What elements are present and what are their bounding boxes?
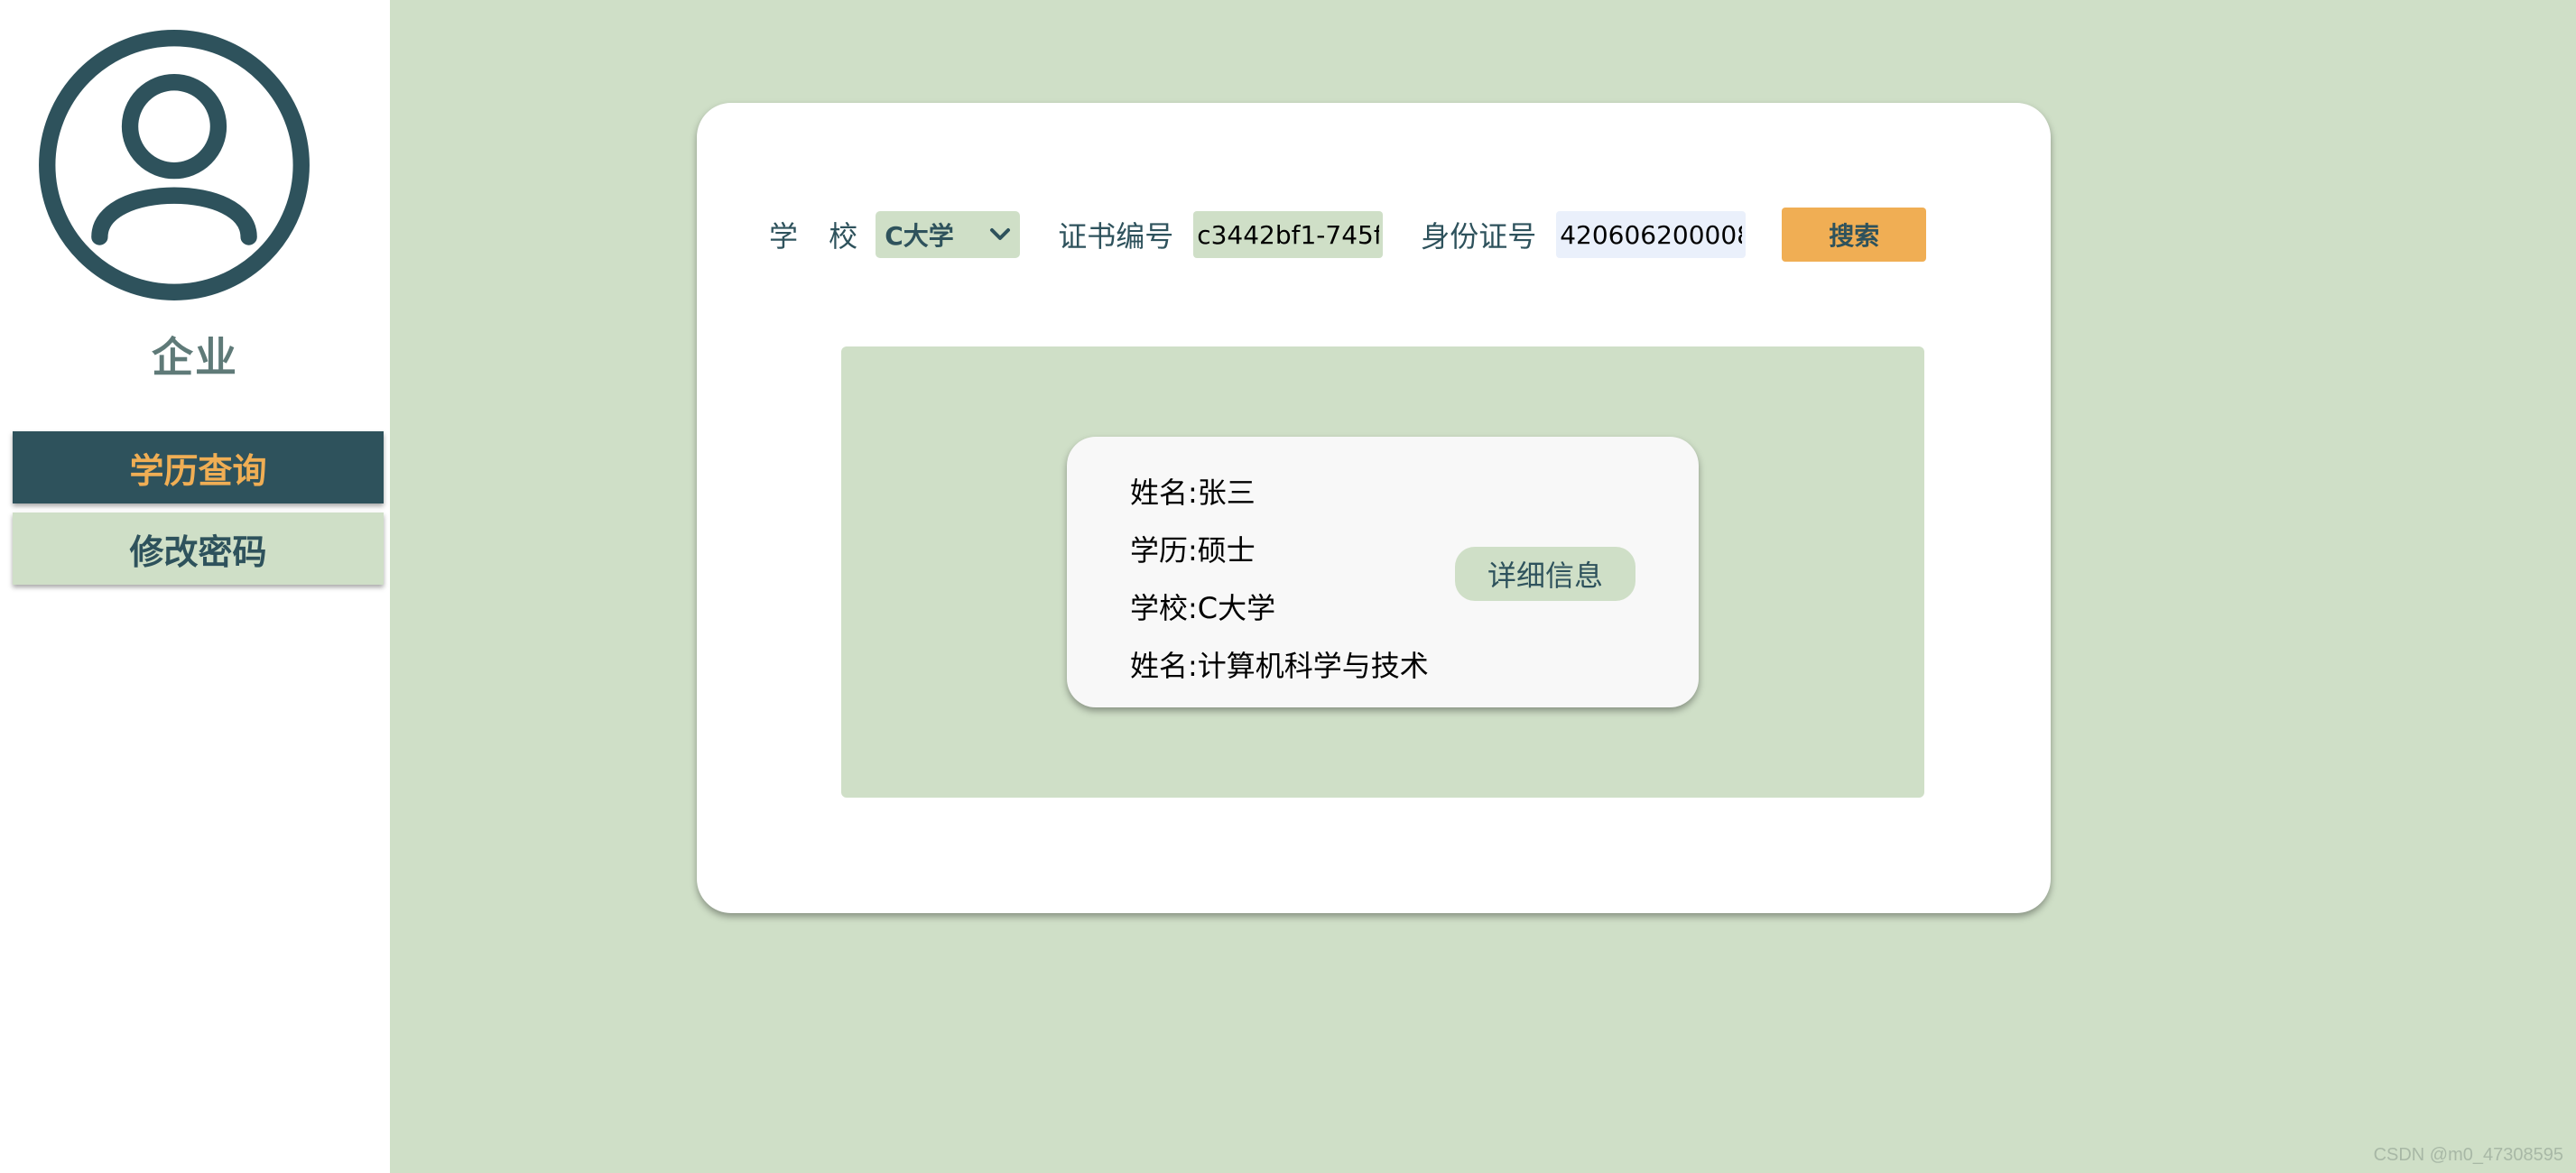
school-select[interactable]: C大学 [876,211,1021,258]
result-line-name: 姓名:张三 [1130,464,1429,522]
result-line-label: 学校: [1130,591,1198,625]
result-line-label: 姓名: [1130,649,1198,683]
result-lines: 姓名:张三 学历:硕士 学校:C大学 姓名:计算机科学与技术 [1130,464,1429,695]
nav-item-change-password[interactable]: 修改密码 [13,513,384,585]
result-line-label: 姓名: [1130,476,1198,510]
nav-item-label: 修改密码 [129,531,267,572]
watermark: CSDN @m0_47308595 [2373,1145,2563,1165]
school-label: 学 校 [769,219,869,254]
result-line-school: 学校:C大学 [1130,579,1429,637]
result-line-value: 张三 [1197,476,1256,510]
results-area: 姓名:张三 学历:硕士 学校:C大学 姓名:计算机科学与技术 详细信息 [841,346,1924,798]
main-panel: 学 校 C大学 证书编号 身份证号 搜索 姓名:张三 学历:硕士 学校:C大学 … [697,103,2051,913]
result-line-label: 学历: [1130,533,1198,568]
result-line-value: C大学 [1197,591,1276,625]
result-card: 姓名:张三 学历:硕士 学校:C大学 姓名:计算机科学与技术 详细信息 [1067,437,1699,707]
id-number-input[interactable] [1556,211,1747,258]
nav-item-education-query[interactable]: 学历查询 [13,431,384,503]
school-select-value: C大学 [885,221,954,251]
sidebar: 企业 学历查询 修改密码 [0,0,390,1173]
result-line-degree: 学历:硕士 [1130,522,1429,579]
cert-number-input[interactable] [1193,211,1384,258]
chevron-down-icon [989,227,1011,242]
search-button[interactable]: 搜索 [1782,208,1927,262]
user-circle-icon [36,27,312,303]
search-bar: 学 校 C大学 证书编号 身份证号 搜索 [769,208,1978,262]
result-line-value: 计算机科学与技术 [1197,649,1429,683]
nav-item-label: 学历查询 [129,450,267,491]
result-line-value: 硕士 [1197,533,1256,568]
result-line-major: 姓名:计算机科学与技术 [1130,637,1429,695]
detail-info-button[interactable]: 详细信息 [1455,547,1635,601]
role-name: 企业 [152,333,238,382]
id-number-label: 身份证号 [1421,219,1537,254]
cert-number-label: 证书编号 [1058,219,1174,254]
